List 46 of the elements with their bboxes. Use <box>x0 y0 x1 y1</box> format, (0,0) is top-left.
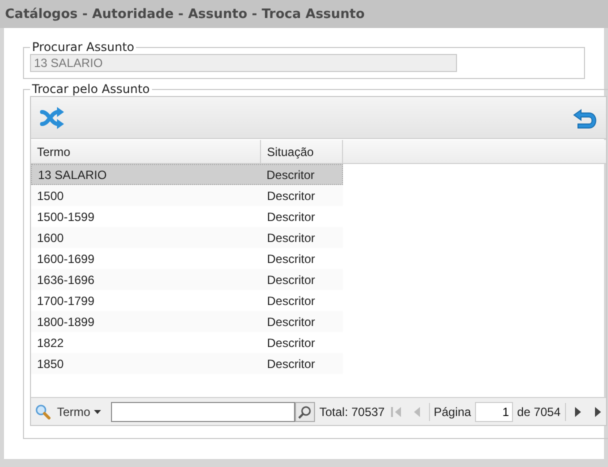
table-cell-text: 1500-1599 <box>36 208 96 226</box>
table-cell-text: 1600 <box>36 230 65 246</box>
table-cell-text: Descritor <box>266 208 316 226</box>
table-cell-text: 1500 <box>36 188 65 204</box>
table-cell-text: 1700-1799 <box>36 292 96 310</box>
filter-field-dropdown[interactable]: Termo <box>55 404 108 418</box>
table-cell-text: 1822 <box>36 334 65 352</box>
window-title: Catálogos - Autoridade - Assunto - Troca Assunto <box>0 0 608 28</box>
table-cell-text: Descritor <box>266 188 316 204</box>
table-row[interactable]: 1500 Descritor <box>31 185 343 206</box>
table-row[interactable]: 1850 Descritor <box>31 353 343 374</box>
table-row[interactable]: 1636-1696 Descritor <box>31 269 343 290</box>
search-button[interactable] <box>295 402 316 422</box>
table-cell-text: Descritor <box>266 334 316 352</box>
page-label: Página <box>434 404 472 418</box>
column-header[interactable]: Termo <box>31 140 261 163</box>
table-cell-text: 13 SALARIO <box>37 166 108 184</box>
table-cell-text: 1800-1899 <box>36 314 96 330</box>
table-cell-text: Descritor <box>266 356 316 372</box>
filter-input[interactable] <box>111 402 296 422</box>
first-page-icon <box>390 406 403 418</box>
total-count: Total: 70537 <box>319 404 385 418</box>
table-row[interactable]: 1800-1899 Descritor <box>31 311 343 332</box>
table-cell-text: Descritor <box>266 166 316 184</box>
table-row[interactable]: 1600 Descritor <box>31 227 343 248</box>
table-row[interactable]: 13 SALARIO Descritor <box>31 164 343 185</box>
table-cell-text: Descritor <box>266 292 316 310</box>
section-legend: Trocar pelo Assunto <box>30 82 152 96</box>
table-cell-text: 1636-1696 <box>36 272 96 288</box>
table-cell-text: 1600-1699 <box>36 250 96 268</box>
next-page-icon <box>574 406 582 418</box>
section-legend: Procurar Assunto <box>30 40 136 54</box>
caret-icon <box>94 410 102 414</box>
table-cell-text: 1850 <box>36 356 65 372</box>
table-cell-text: Descritor <box>266 250 316 268</box>
page-input[interactable]: 1 <box>475 402 514 422</box>
search-icon <box>35 404 51 420</box>
search-icon <box>298 404 312 418</box>
last-page-icon <box>594 406 602 418</box>
previous-page-icon <box>412 406 421 418</box>
table-cell-text: Descritor <box>266 230 316 246</box>
column-header[interactable]: Situação <box>261 140 343 163</box>
table-cell-text: Descritor <box>266 272 316 288</box>
table-cell-text: Descritor <box>266 314 316 330</box>
shuffle-icon[interactable] <box>39 106 65 130</box>
page-count: de 7054 <box>517 404 560 418</box>
